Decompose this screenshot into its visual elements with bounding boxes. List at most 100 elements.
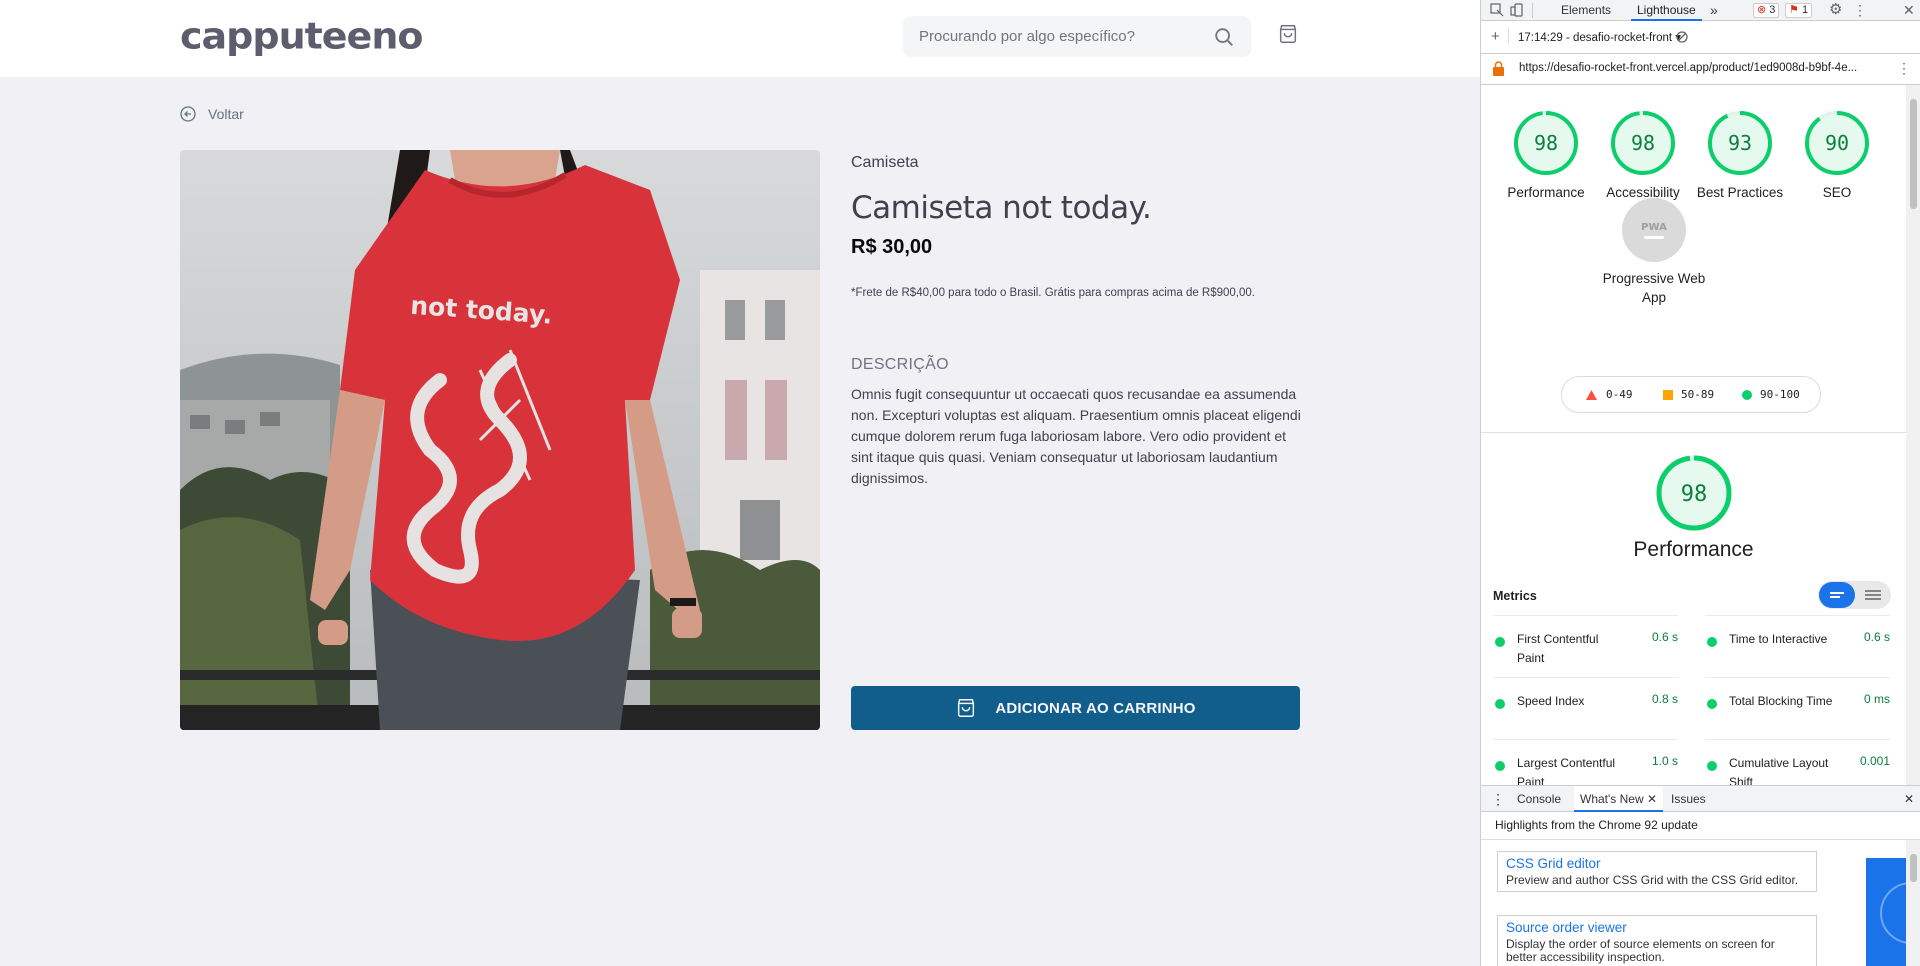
device-toolbar-icon[interactable] — [1510, 3, 1524, 17]
performance-big-gauge: 98 — [1654, 453, 1734, 538]
pass-dot-icon — [1495, 699, 1505, 709]
compact-view-button[interactable] — [1819, 582, 1855, 608]
description-heading: Descrição — [851, 356, 949, 373]
pass-dot-icon — [1707, 761, 1717, 771]
score-legend: 0-49 50-89 90-100 — [1561, 376, 1821, 413]
fail-triangle-icon — [1586, 390, 1597, 400]
settings-gear-icon[interactable]: ⚙ — [1829, 0, 1842, 20]
error-count-badge[interactable]: ⊗ 3 — [1753, 3, 1780, 18]
product-title: Camiseta not today. — [851, 190, 1152, 226]
metric-largest-contentful-paint[interactable]: Largest Contentful Paint 1.0 s — [1493, 739, 1678, 785]
average-square-icon — [1663, 390, 1673, 400]
legend-fail-range: 0-49 — [1606, 388, 1633, 401]
top-header: capputeeno — [0, 0, 1480, 77]
feature-card-title[interactable]: Source order viewer — [1506, 920, 1808, 935]
metric-first-contentful-paint[interactable]: First Contentful Paint 0.6 s — [1493, 615, 1678, 675]
pwa-gauge[interactable]: PWA Progressive Web App — [1603, 197, 1705, 307]
metric-total-blocking-time[interactable]: Total Blocking Time 0 ms — [1705, 677, 1890, 737]
lines-expanded-icon[interactable] — [1855, 582, 1891, 608]
metrics-view-toggle[interactable] — [1818, 581, 1891, 609]
tab-whats-new[interactable]: What's New ✕ — [1574, 786, 1664, 812]
legend-pass-range: 90-100 — [1760, 388, 1800, 401]
lines-compact-icon — [1830, 592, 1844, 598]
score-label: SEO — [1822, 185, 1852, 200]
score-value: 93 — [1728, 131, 1752, 155]
tab-elements[interactable]: Elements — [1561, 0, 1611, 21]
metric-time-to-interactive[interactable]: Time to Interactive 0.6 s — [1705, 615, 1890, 675]
close-drawer-icon[interactable]: ✕ — [1904, 786, 1914, 812]
drawer-menu-icon[interactable]: ⋮ — [1491, 786, 1505, 812]
divider — [1508, 28, 1509, 43]
shopping-bag-icon — [958, 699, 975, 717]
feature-card[interactable]: Source order viewer Display the order of… — [1497, 915, 1817, 966]
close-devtools-icon[interactable]: ✕ — [1903, 0, 1915, 20]
back-arrow-icon — [180, 106, 196, 122]
url-bar: https://desafio-rocket-front.vercel.app/… — [1481, 54, 1920, 85]
report-scrollbar[interactable] — [1906, 85, 1920, 785]
audited-url: https://desafio-rocket-front.vercel.app/… — [1519, 62, 1858, 74]
svg-text:PWA: PWA — [1641, 222, 1667, 233]
feature-card[interactable]: CSS Grid editor Preview and author CSS G… — [1497, 851, 1817, 892]
shipping-note: *Frete de R$40,00 para todo o Brasil. Gr… — [851, 287, 1255, 299]
accessibility-gauge[interactable]: 98 Accessibility — [1598, 109, 1688, 202]
metric-speed-index[interactable]: Speed Index 0.8 s — [1493, 677, 1678, 737]
clear-icon[interactable] — [1676, 31, 1688, 43]
pass-circle-icon — [1742, 390, 1752, 400]
pwa-label: Progressive Web App — [1602, 271, 1706, 305]
whats-new-heading: Highlights from the Chrome 92 update — [1495, 818, 1698, 832]
score-value: 98 — [1534, 131, 1558, 155]
score-label: Best Practices — [1696, 185, 1784, 200]
scrollbar-thumb[interactable] — [1910, 99, 1917, 209]
search-input[interactable] — [903, 16, 1203, 57]
tab-lighthouse[interactable]: Lighthouse — [1631, 0, 1702, 21]
drawer-scrollbar[interactable] — [1906, 840, 1920, 966]
add-to-cart-label: ADICIONAR AO CARRINHO — [995, 699, 1196, 717]
divider — [1532, 3, 1533, 18]
product-category: Camiseta — [851, 154, 919, 171]
pass-dot-icon — [1495, 637, 1505, 647]
best-practices-gauge[interactable]: 93 Best Practices — [1695, 109, 1785, 202]
divider — [1481, 839, 1920, 840]
pass-dot-icon — [1495, 761, 1505, 771]
more-tabs-button[interactable]: » — [1710, 0, 1718, 21]
add-to-cart-button[interactable]: ADICIONAR AO CARRINHO — [851, 686, 1300, 730]
site-logo[interactable]: capputeeno — [180, 15, 423, 57]
lighthouse-report: 98 Performance 98 Accessibility 93 Best Pract… — [1481, 85, 1906, 785]
feature-thumbnail — [1866, 858, 1920, 966]
issues-count-badge[interactable]: ⚑ 1 — [1785, 3, 1813, 18]
lighthouse-toolbar: + 17:14:29 - desafio-rocket-front ▾ — [1481, 21, 1920, 54]
report-selector[interactable]: 17:14:29 - desafio-rocket-front ▾ — [1518, 30, 1681, 44]
metrics-title: Metrics — [1493, 589, 1537, 603]
performance-score: 98 — [1681, 482, 1708, 507]
metric-cumulative-layout-shift[interactable]: Cumulative Layout Shift 0.001 — [1705, 739, 1890, 785]
new-report-icon[interactable]: + — [1491, 28, 1500, 45]
feature-card-title[interactable]: CSS Grid editor — [1506, 856, 1808, 871]
cart-icon[interactable] — [1277, 23, 1299, 45]
feature-card-desc: Preview and author CSS Grid with the CSS… — [1506, 873, 1799, 887]
product-info: Camiseta Camiseta not today. R$ 30,00 *F… — [851, 150, 1301, 489]
kebab-menu-icon[interactable]: ⋮ — [1853, 0, 1867, 20]
url-menu-icon[interactable]: ⋮ — [1897, 60, 1911, 77]
back-link[interactable]: Voltar — [180, 106, 244, 122]
lock-icon — [1493, 61, 1504, 76]
product-price: R$ 30,00 — [851, 236, 933, 258]
scrollbar-thumb[interactable] — [1910, 854, 1917, 882]
product-description: Omnis fugit consequuntur ut occaecati qu… — [851, 386, 1301, 486]
search-icon[interactable] — [1213, 26, 1235, 48]
devtools-tabbar: Elements Lighthouse » ⊗ 3 ⚑ 1 ⚙ ⋮ ✕ — [1481, 0, 1920, 21]
score-value: 98 — [1631, 131, 1655, 155]
close-tab-icon[interactable]: ✕ — [1647, 792, 1657, 806]
feature-card-desc: Display the order of source elements on … — [1506, 937, 1775, 964]
tab-console[interactable]: Console — [1517, 786, 1561, 812]
product-image: not today. — [180, 150, 820, 730]
pwa-badge-icon: PWA — [1622, 198, 1686, 262]
tab-issues[interactable]: Issues — [1671, 786, 1706, 812]
score-label: Performance — [1507, 185, 1585, 200]
devtools-panel: Elements Lighthouse » ⊗ 3 ⚑ 1 ⚙ ⋮ ✕ + 17… — [1480, 0, 1920, 966]
score-value: 90 — [1825, 131, 1849, 155]
devtools-drawer: ⋮ Console What's New ✕ Issues ✕ Highligh… — [1481, 785, 1920, 966]
performance-gauge[interactable]: 98 Performance — [1501, 109, 1591, 202]
section-divider — [1481, 432, 1906, 433]
seo-gauge[interactable]: 90 SEO — [1792, 109, 1882, 202]
inspect-element-icon[interactable] — [1490, 3, 1504, 17]
